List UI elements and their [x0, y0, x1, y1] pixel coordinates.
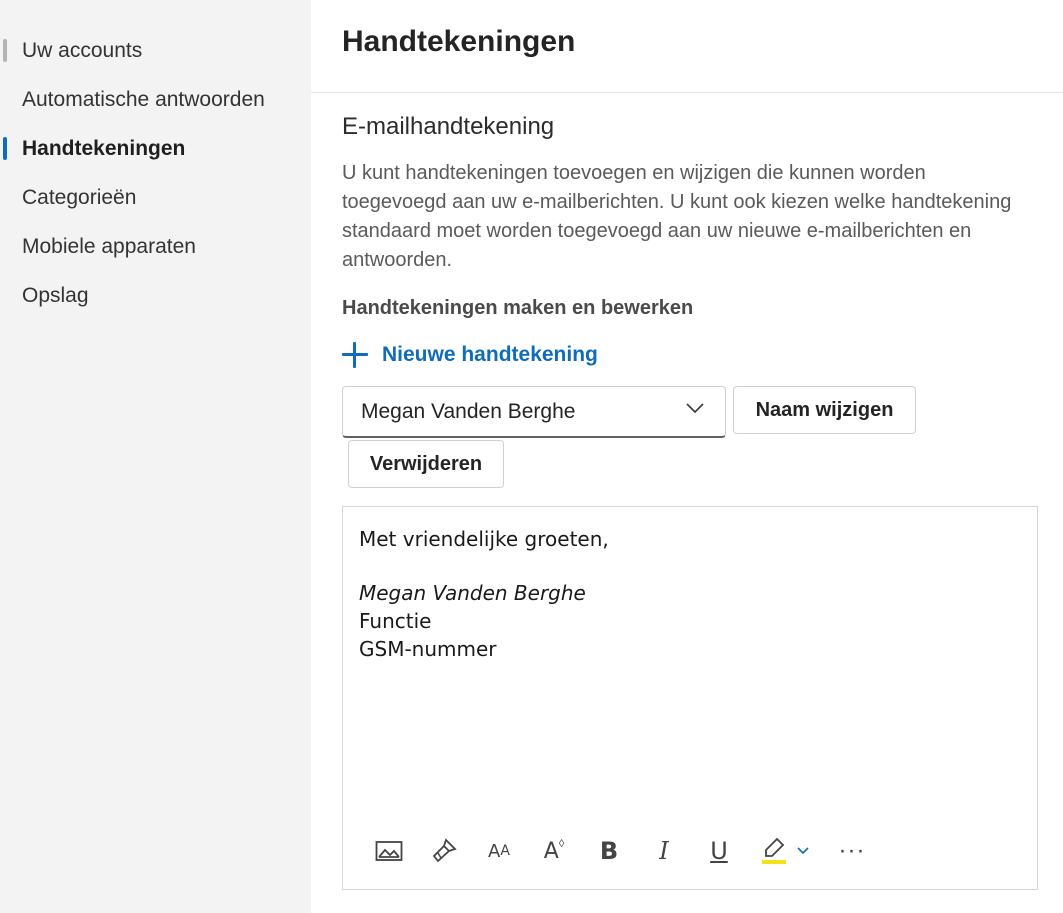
nav-marker [3, 88, 7, 111]
new-signature-button[interactable]: Nieuwe handtekening [342, 336, 1039, 374]
sidebar-item-label: Opslag [22, 283, 89, 307]
sidebar-item-label: Uw accounts [22, 38, 143, 62]
sidebar-item-storage[interactable]: Opslag [0, 271, 311, 320]
superscript-icon[interactable]: A ◊ [536, 833, 572, 869]
image-icon[interactable] [371, 833, 407, 869]
signature-controls: Megan Vanden Berghe Naam wijzigen [342, 386, 1039, 438]
nav-marker [3, 186, 7, 209]
sidebar-item-label: Handtekeningen [22, 136, 186, 160]
active-nav-marker [3, 137, 7, 160]
rename-button[interactable]: Naam wijzigen [733, 386, 916, 434]
underline-icon[interactable]: U [701, 833, 737, 869]
sidebar-item-label: Categorieën [22, 185, 137, 209]
sidebar-item-accounts[interactable]: Uw accounts [0, 26, 311, 75]
editor-line: GSM-nummer [359, 637, 497, 661]
signature-select-value: Megan Vanden Berghe [361, 399, 576, 423]
editor-blank-line [359, 553, 1021, 579]
italic-icon[interactable]: I [646, 833, 682, 869]
editor-body[interactable]: Met vriendelijke groeten, Megan Vanden B… [343, 507, 1037, 681]
sidebar-item-categories[interactable]: Categorieën [0, 173, 311, 222]
page-title: Handtekeningen [342, 25, 576, 58]
font-size-icon[interactable]: AA [481, 833, 517, 869]
settings-window: Uw accounts Automatische antwoorden Hand… [0, 0, 1063, 913]
sub-heading: Handtekeningen maken en bewerken [342, 297, 694, 319]
section-description: U kunt handtekeningen toevoegen en wijzi… [342, 162, 1012, 271]
sidebar-item-auto-replies[interactable]: Automatische antwoorden [0, 75, 311, 124]
section-title: E-mailhandtekening [342, 113, 555, 140]
nav-marker [3, 235, 7, 258]
settings-main: Handtekeningen E-mailhandtekening U kunt… [311, 0, 1063, 913]
editor-line: Megan Vanden Berghe [359, 581, 586, 605]
chevron-down-icon [686, 403, 704, 414]
signature-select[interactable]: Megan Vanden Berghe [342, 386, 726, 438]
sidebar-item-label: Mobiele apparaten [22, 234, 196, 258]
bold-icon[interactable]: B [591, 833, 627, 869]
editor-line: Met vriendelijke groeten, [359, 527, 609, 551]
signature-editor[interactable]: Met vriendelijke groeten, Megan Vanden B… [342, 506, 1038, 890]
settings-sidebar: Uw accounts Automatische antwoorden Hand… [0, 0, 311, 913]
nav-marker [3, 284, 7, 307]
signature-settings: E-mailhandtekening U kunt handtekeningen… [311, 113, 1063, 890]
format-painter-icon[interactable] [426, 833, 462, 869]
plus-icon [342, 342, 368, 368]
format-toolbar: AA A ◊ B I U ··· [371, 833, 889, 869]
new-signature-label: Nieuwe handtekening [382, 343, 598, 366]
more-icon[interactable]: ··· [834, 833, 870, 869]
editor-line: Functie [359, 609, 432, 633]
highlight-dropdown-chevron-icon[interactable] [796, 833, 810, 869]
sidebar-item-mobile-devices[interactable]: Mobiele apparaten [0, 222, 311, 271]
sidebar-item-label: Automatische antwoorden [22, 87, 265, 111]
delete-button[interactable]: Verwijderen [348, 440, 504, 488]
page-header: Handtekeningen [311, 0, 1063, 93]
highlight-icon[interactable] [756, 833, 792, 869]
sidebar-item-signatures[interactable]: Handtekeningen [0, 124, 311, 173]
nav-marker [3, 39, 7, 62]
